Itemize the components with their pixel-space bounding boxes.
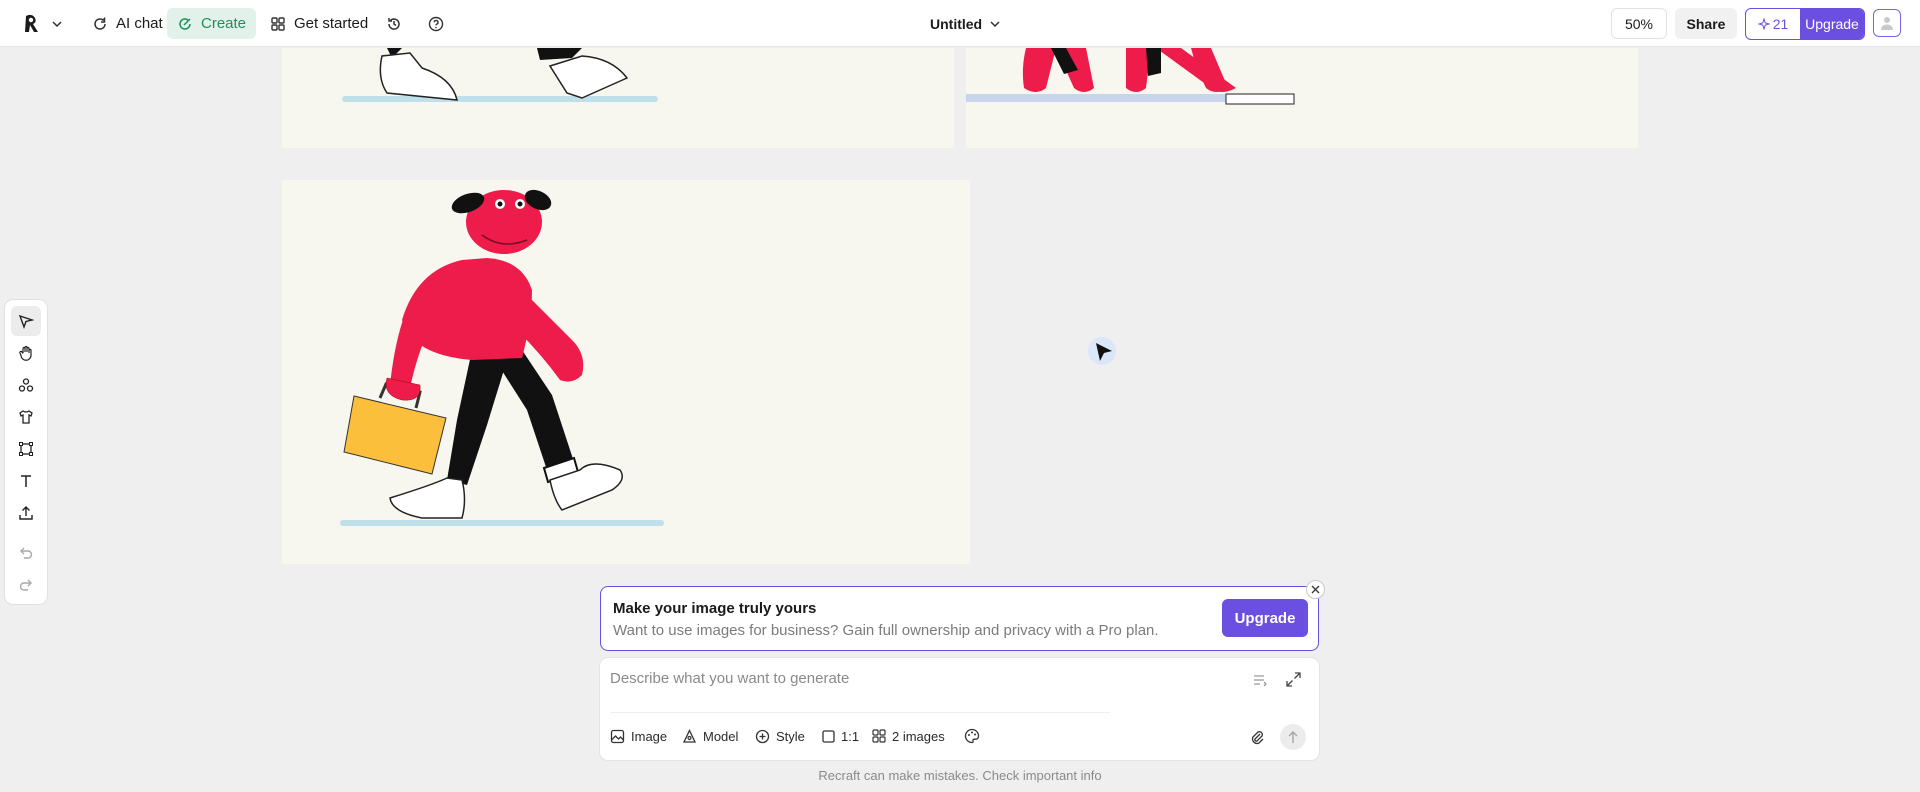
text-tool[interactable] <box>11 466 41 496</box>
aspect-ratio-button[interactable]: 1:1 <box>822 724 859 748</box>
generated-image-card[interactable] <box>282 48 954 148</box>
disclaimer-text: Recraft can make mistakes. Check importa… <box>818 768 1102 783</box>
banner-upgrade-button[interactable]: Upgrade <box>1222 599 1308 637</box>
shapes-tool[interactable] <box>11 370 41 400</box>
logo-menu-button[interactable] <box>16 8 68 39</box>
walking-red-character-with-briefcase-image <box>340 189 664 526</box>
shapes-icon <box>18 378 34 392</box>
mockup-tool[interactable] <box>11 402 41 432</box>
get-started-label: Get started <box>294 15 369 32</box>
prompt-box: Describe what you want to generate Image… <box>600 658 1319 760</box>
red-legs-partial-image <box>966 48 1295 105</box>
undo-icon <box>20 547 33 559</box>
zoom-level: 50% <box>1624 15 1654 32</box>
image-icon <box>610 729 625 743</box>
document-title: Untitled <box>930 15 983 32</box>
history-icon <box>388 17 400 30</box>
hand-tool[interactable] <box>11 338 41 368</box>
credits-upgrade-group: 21 Upgrade <box>1745 8 1865 40</box>
chevron-down-icon <box>52 20 62 27</box>
chevron-down-icon <box>990 20 1000 27</box>
upload-tool[interactable] <box>11 498 41 528</box>
banner-subtitle: Want to use images for business? Gain fu… <box>613 622 1159 639</box>
style-label: Style <box>776 728 805 744</box>
redo-icon <box>19 579 32 591</box>
image-count-label: 2 images <box>892 728 945 744</box>
zoom-button[interactable]: 50% <box>1611 8 1667 39</box>
arrow-up-icon <box>1288 731 1298 743</box>
help-button[interactable] <box>422 8 450 39</box>
hand-icon <box>19 345 32 361</box>
history-button[interactable] <box>380 8 408 39</box>
credits-button[interactable]: 21 <box>1746 9 1800 39</box>
recraft-logo-icon <box>25 14 38 32</box>
frame-tool[interactable] <box>11 434 41 464</box>
help-icon <box>428 16 444 31</box>
image-type-button[interactable]: Image <box>610 724 667 748</box>
upgrade-top-button[interactable]: Upgrade <box>1800 9 1864 39</box>
grid-icon <box>271 16 285 31</box>
upgrade-banner: Make your image truly yours Want to use … <box>600 586 1319 651</box>
style-button[interactable]: Style <box>755 724 805 748</box>
attach-icon[interactable] <box>1249 729 1265 745</box>
prompt-input[interactable]: Describe what you want to generate <box>610 670 849 687</box>
get-started-button[interactable]: Get started <box>260 8 378 39</box>
model-icon <box>682 728 697 743</box>
pointer-icon <box>18 314 34 329</box>
plus-circle-icon <box>755 729 770 743</box>
top-bar: AI chat Create Get started Untitled 50% … <box>0 0 1920 47</box>
color-palette-button[interactable] <box>964 724 980 748</box>
square-icon <box>822 729 835 743</box>
banner-title: Make your image truly yours <box>613 600 817 617</box>
image-type-label: Image <box>631 728 668 744</box>
mouse-cursor-icon <box>1088 337 1116 365</box>
model-label: Model <box>703 728 739 744</box>
ai-chat-label: AI chat <box>116 15 163 32</box>
expand-icon[interactable] <box>1286 672 1301 687</box>
upgrade-top-label: Upgrade <box>1805 16 1859 32</box>
text-icon <box>21 475 31 487</box>
shirt-icon <box>19 410 33 424</box>
sparkle-icon <box>1757 18 1770 30</box>
walking-character-partial-image <box>342 48 658 102</box>
credits-count: 21 <box>1772 16 1789 32</box>
avatar[interactable] <box>1873 9 1901 37</box>
frame-icon <box>19 442 33 456</box>
share-button[interactable]: Share <box>1675 8 1737 39</box>
grid-icon <box>872 729 886 743</box>
user-icon <box>1881 17 1893 30</box>
banner-close-button[interactable] <box>1306 580 1325 599</box>
left-toolbar <box>5 300 47 604</box>
banner-upgrade-label: Upgrade <box>1234 609 1296 627</box>
share-label: Share <box>1686 15 1726 32</box>
ai-chat-button[interactable]: AI chat <box>82 8 173 39</box>
select-tool[interactable] <box>11 306 41 336</box>
document-title-dropdown[interactable]: Untitled <box>920 8 1010 39</box>
redo-button[interactable] <box>11 570 41 600</box>
palette-icon <box>964 728 980 744</box>
model-button[interactable]: Model <box>682 724 738 748</box>
create-label: Create <box>201 15 247 32</box>
prompt-settings-icon[interactable] <box>1253 673 1269 687</box>
undo-button[interactable] <box>11 538 41 568</box>
image-count-button[interactable]: 2 images <box>872 724 945 748</box>
upload-icon <box>19 506 33 520</box>
prompt-divider <box>610 712 1110 713</box>
create-icon <box>179 17 191 30</box>
generated-image-card[interactable] <box>966 48 1638 148</box>
generated-image-card[interactable] <box>282 180 970 564</box>
close-icon <box>1311 585 1320 594</box>
chat-icon <box>94 16 106 30</box>
aspect-ratio-label: 1:1 <box>841 728 860 744</box>
send-button[interactable] <box>1280 724 1306 750</box>
create-button[interactable]: Create <box>167 8 257 39</box>
